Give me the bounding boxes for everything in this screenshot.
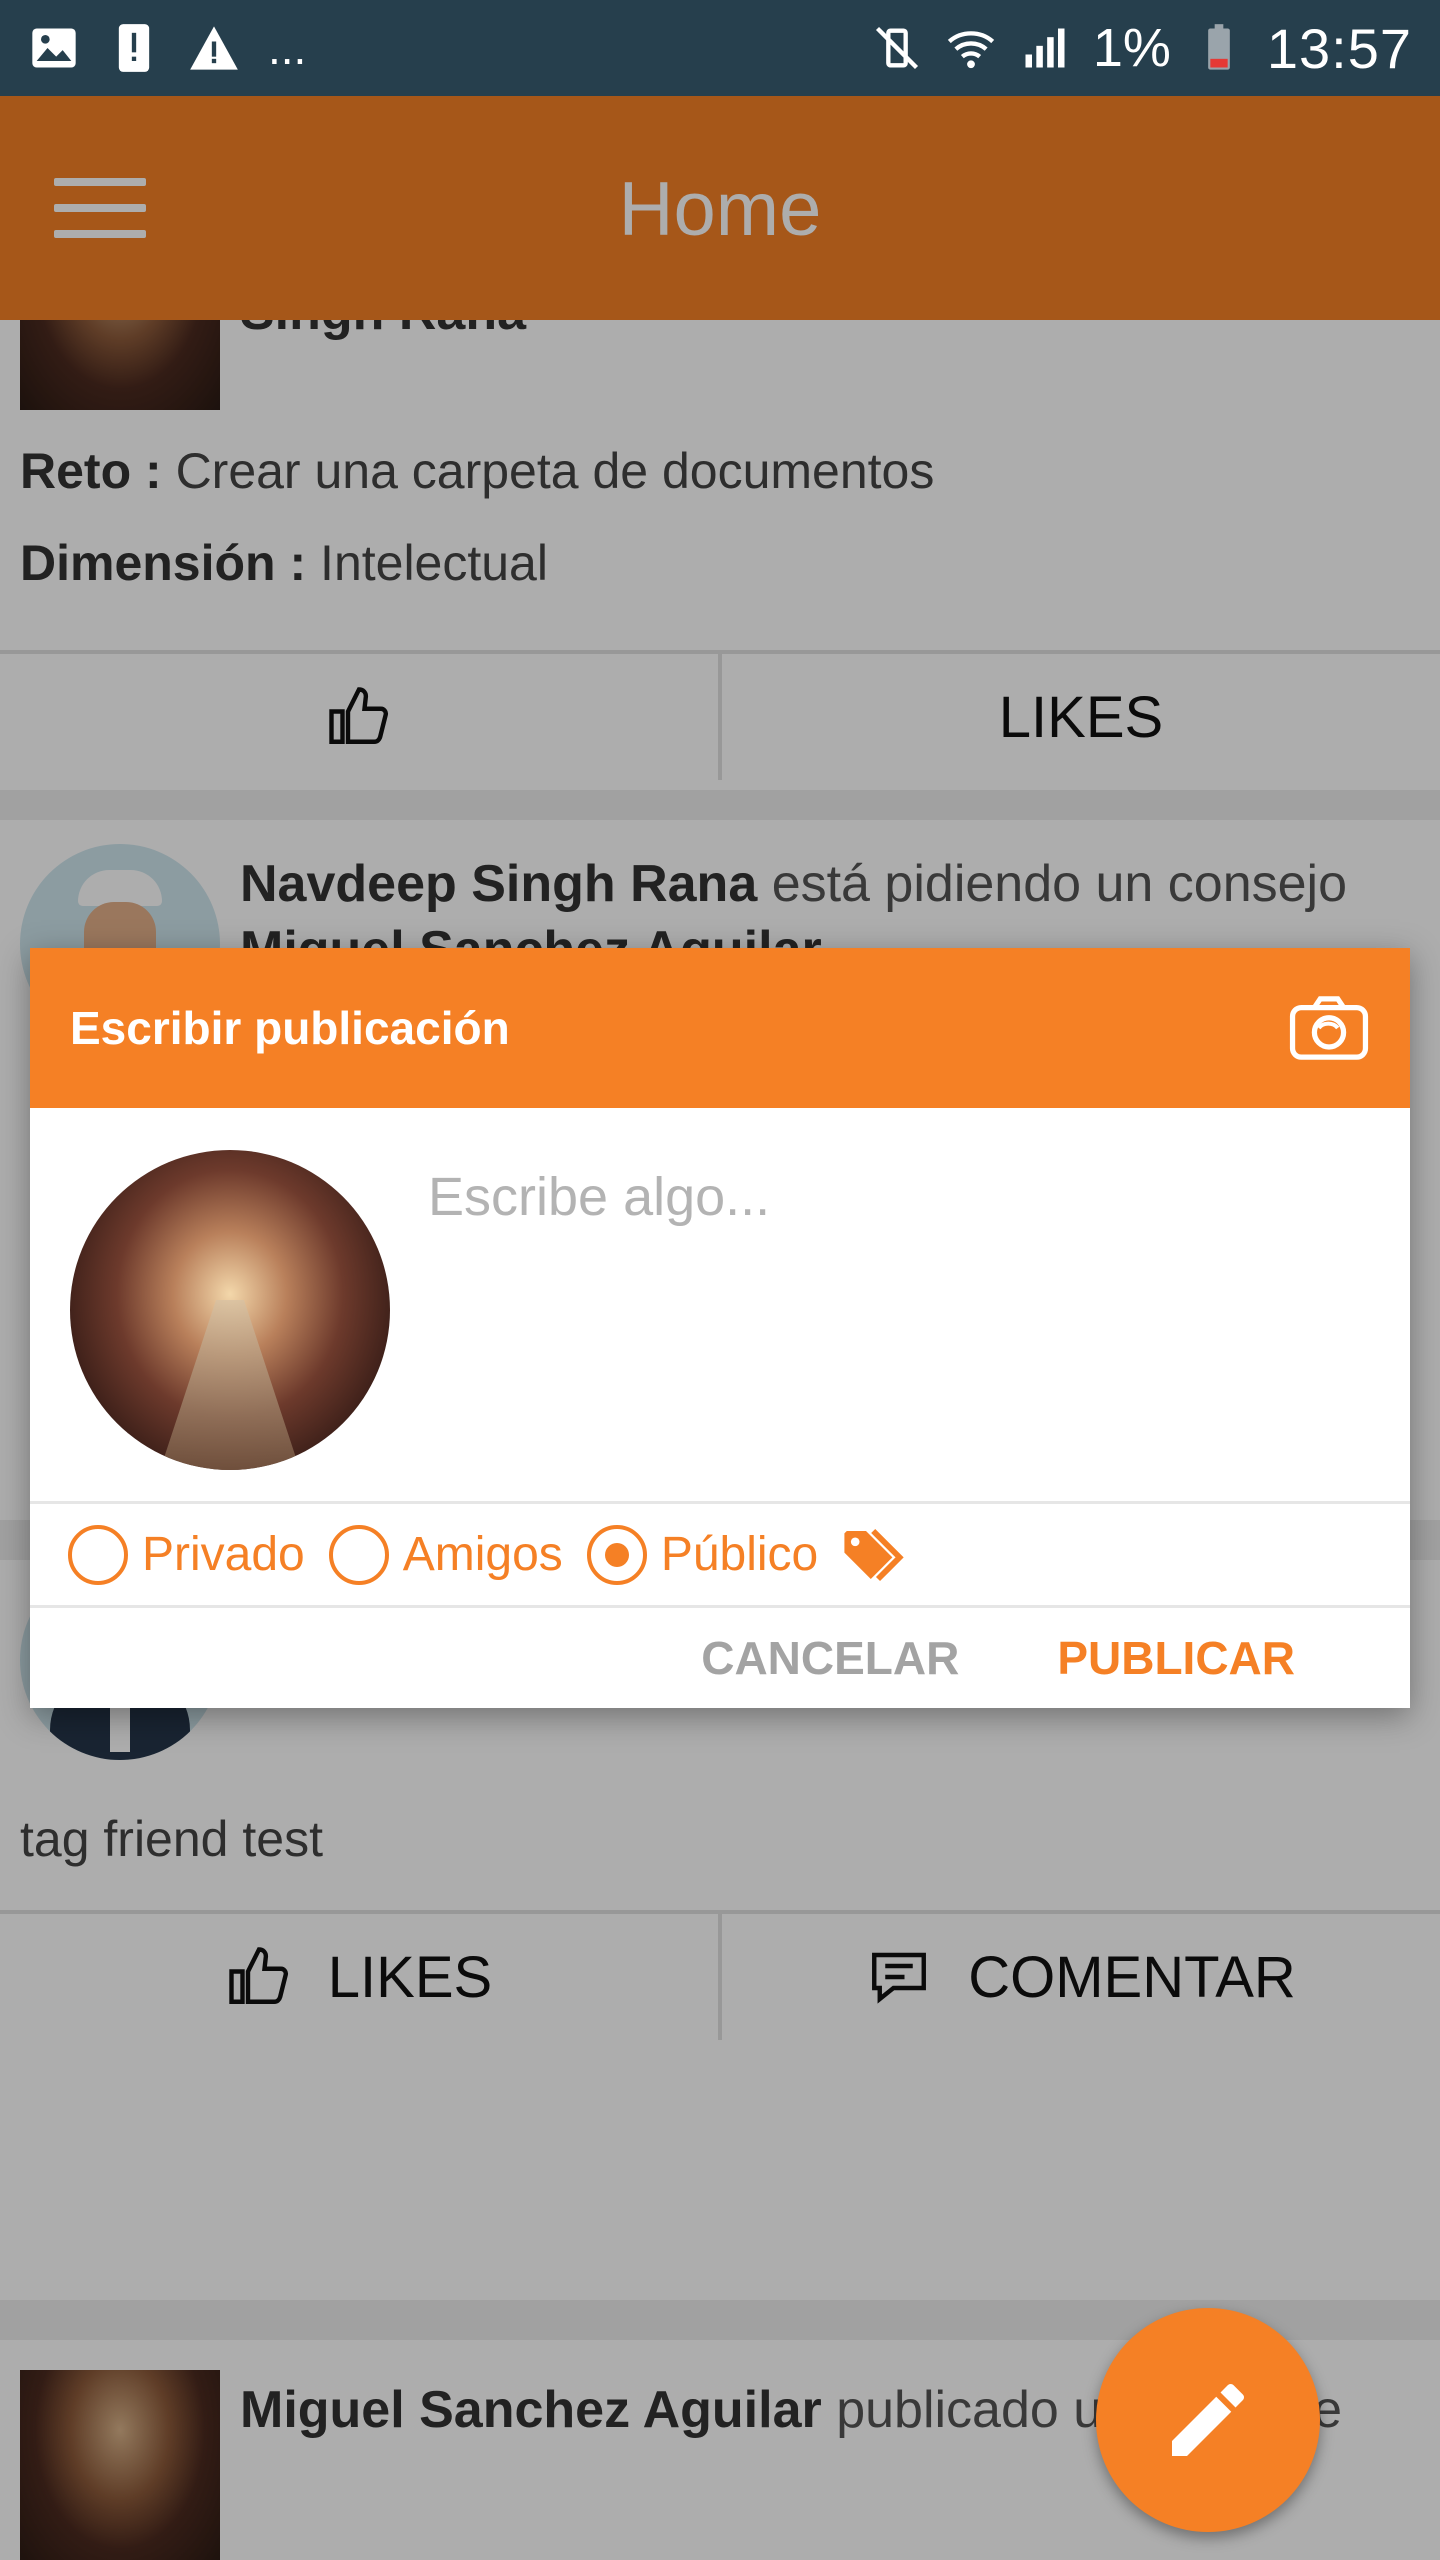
vibrate-mute-icon	[875, 26, 918, 70]
dialog-title: Escribir publicación	[70, 1002, 510, 1054]
alert-notification-icon	[118, 24, 150, 72]
more-notifications: ...	[268, 22, 307, 74]
radio-button[interactable]	[328, 1524, 389, 1585]
battery-icon	[1208, 24, 1230, 70]
privacy-selector: Privado Amigos Público	[30, 1504, 1410, 1608]
dialog-body	[30, 1108, 1410, 1504]
camera-icon[interactable]	[1288, 993, 1370, 1063]
cancel-button[interactable]: CANCELAR	[701, 1631, 959, 1685]
dialog-header: Escribir publicación	[30, 948, 1410, 1108]
status-bar: ... 1% 13:57	[0, 0, 1440, 96]
signal-icon	[1025, 28, 1065, 68]
privacy-option-public[interactable]: Público	[586, 1524, 818, 1585]
radio-button[interactable]	[68, 1524, 128, 1585]
pencil-icon	[1172, 2383, 1245, 2456]
dialog-actions: CANCELAR PUBLICAR	[30, 1608, 1410, 1708]
wifi-icon	[947, 31, 994, 69]
radio-button[interactable]	[586, 1524, 647, 1585]
tag-icon[interactable]	[842, 1525, 914, 1585]
post-text-input[interactable]	[428, 1166, 1348, 1228]
image-notification-icon	[32, 28, 76, 68]
compose-fab[interactable]	[1096, 2308, 1320, 2532]
user-avatar	[70, 1150, 390, 1470]
write-post-dialog: Escribir publicación Privado Amigos Públ…	[30, 948, 1410, 1708]
privacy-option-friends[interactable]: Amigos	[328, 1524, 563, 1585]
clock: 13:57	[1266, 16, 1412, 80]
battery-percent: 1%	[1092, 18, 1171, 78]
privacy-option-private[interactable]: Privado	[68, 1524, 305, 1585]
publish-button[interactable]: PUBLICAR	[1057, 1631, 1295, 1685]
warning-icon	[190, 26, 238, 70]
